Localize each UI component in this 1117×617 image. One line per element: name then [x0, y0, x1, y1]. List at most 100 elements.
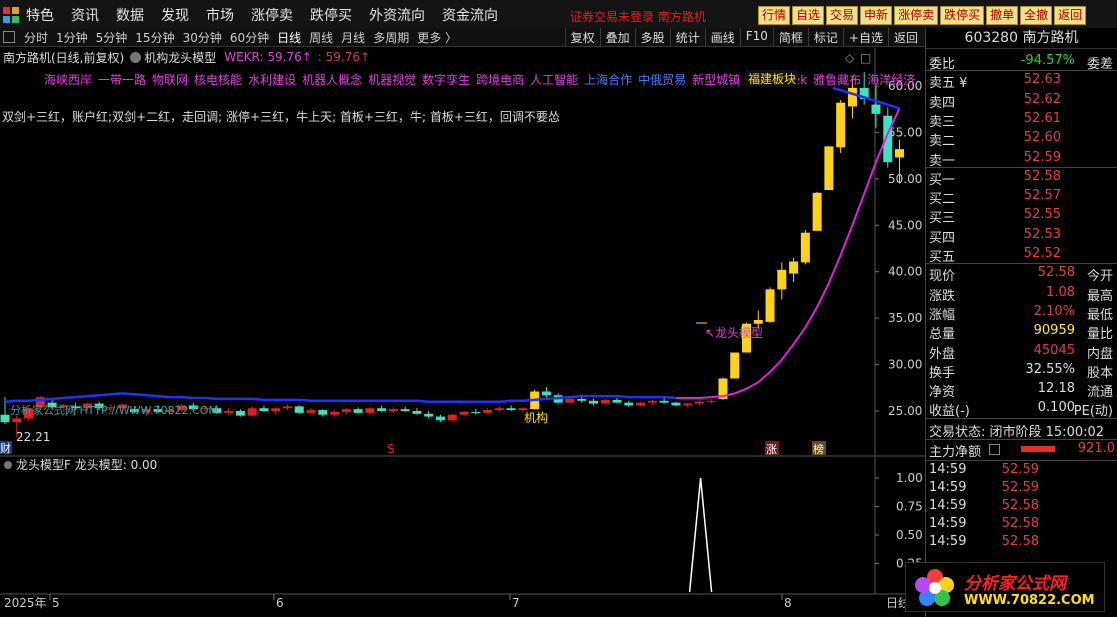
- buy-row-2: 买三 52.55: [929, 207, 1115, 227]
- candle-body: [459, 411, 469, 415]
- tick-row-3: 14:59 52.58: [929, 516, 1115, 534]
- candle-body: [494, 408, 504, 411]
- candle-body: [612, 399, 622, 403]
- candle-body: [565, 398, 575, 403]
- buy-row-0: 买一 52.58: [929, 169, 1115, 188]
- subchart: 1.000.750.500.25: [4, 461, 923, 593]
- quick-button-8[interactable]: 返回: [1054, 6, 1087, 25]
- stat-row-1-value: 1.08: [1046, 284, 1075, 300]
- concept-tag-11[interactable]: 中俄贸易: [638, 73, 686, 87]
- weibi-row-sub-label: 委差: [1086, 57, 1113, 72]
- candle-body: [306, 410, 316, 413]
- low-price-label: 22.21: [16, 430, 50, 444]
- candle-body: [847, 87, 857, 107]
- candle-body: [341, 409, 351, 412]
- concept-tag-3[interactable]: 核电核能: [194, 73, 242, 87]
- price-tick-label: 35.00: [888, 311, 922, 325]
- stat-row-5: 换手 32.55% 股本: [929, 362, 1115, 381]
- quick-button-6[interactable]: 撤单: [986, 6, 1019, 25]
- stat-row-2-sub-label: 最低: [1086, 307, 1113, 323]
- longtou-spike: [688, 477, 713, 593]
- buy-row-3: 买四 52.53: [929, 227, 1115, 246]
- sell-row-1-value: 52.62: [1023, 91, 1061, 107]
- candle-body: [812, 192, 822, 231]
- quote-panel: 603280 南方路机 委比 -94.57% 委差 卖五 ¥52.63 卖四 52.62 卖…: [925, 28, 1117, 617]
- candle-body: [895, 149, 905, 158]
- candle-body: [318, 410, 328, 415]
- candle-body: [518, 408, 528, 411]
- sell-row-2-label: 卖三: [929, 114, 956, 130]
- flower-logo-icon: [915, 569, 954, 606]
- sell-row-3-value: 52.60: [1023, 130, 1061, 146]
- buy-row-2-value: 52.55: [1023, 207, 1061, 223]
- concept-tag-14[interactable]: 雅鲁藏布: [813, 73, 861, 87]
- sell-row-2-value: 52.61: [1023, 110, 1061, 126]
- stat-row-2: 涨幅 2.10% 最低: [929, 304, 1115, 323]
- candle-body: [294, 406, 304, 413]
- stat-row-0-sub-label: 今开: [1086, 269, 1113, 285]
- weibi-row-value: -94.57%: [1020, 53, 1075, 68]
- sell-row-2: 卖三 52.61: [929, 110, 1115, 130]
- concept-tag-0[interactable]: 海峡西岸: [44, 73, 92, 87]
- sep-sell: [926, 166, 1117, 168]
- stat-row-7-value: 0.100: [1037, 400, 1075, 416]
- strategy-text: 双剑+三红，账户红;双剑+二红，走回调; 涨停+三红，牛上天; 首板+三红，牛;…: [2, 110, 560, 124]
- candle-body: [541, 391, 551, 396]
- stat-row-4-value: 45045: [1033, 342, 1075, 358]
- candle-body: [694, 401, 704, 404]
- buy-row-1: 买二 52.57: [929, 188, 1115, 207]
- concept-tag-9[interactable]: 人工智能: [530, 73, 578, 87]
- candle-body: [706, 400, 716, 402]
- kline-chart[interactable]: 60.0055.0050.0045.0040.0035.0030.0025.00…: [0, 0, 925, 617]
- concept-tag-7[interactable]: 数字孪生: [422, 73, 470, 87]
- candle-body: [271, 408, 281, 411]
- sep-buy: [926, 263, 1117, 265]
- candle-body: [471, 411, 481, 413]
- buy-row-1-value: 52.57: [1023, 188, 1061, 204]
- buy-row-2-label: 买三: [929, 211, 956, 227]
- candle-body: [765, 289, 775, 322]
- weibi-row-label: 委比: [929, 57, 956, 72]
- stat-row-5-sub-label: 股本: [1086, 365, 1113, 381]
- price-tick-label: 40.00: [888, 265, 922, 279]
- tick-price: 52.58: [1001, 497, 1039, 513]
- sub-tick-label: 0.50: [896, 528, 923, 542]
- grid-icon[interactable]: [989, 443, 1000, 455]
- stat-row-5-label: 换手: [929, 365, 956, 381]
- sep-weibi: [926, 70, 1117, 72]
- sell-row-0-label: 卖五 ¥: [929, 76, 968, 92]
- concept-tag-5[interactable]: 机器人概念: [302, 73, 362, 87]
- candle-body: [0, 414, 10, 423]
- concept-tag-1[interactable]: 一带一路: [98, 73, 146, 87]
- main-flow-value: 921.0: [1077, 440, 1115, 456]
- watermark-line2: WWW.70822.COM: [964, 593, 1095, 608]
- candle-body: [483, 410, 493, 413]
- candle-body: [12, 418, 22, 423]
- candle-body: [447, 414, 457, 421]
- price-tick-label: 45.00: [888, 218, 922, 232]
- candle-body: [330, 411, 340, 415]
- price-tick-label: 25.00: [888, 404, 922, 418]
- candle-body: [730, 352, 740, 379]
- concept-tag-4[interactable]: 水利建设: [248, 73, 296, 87]
- candle-body: [647, 400, 657, 403]
- concept-tag-2[interactable]: 物联网: [152, 73, 188, 87]
- concept-tag-12[interactable]: 新型城镇: [692, 73, 740, 87]
- sell-row-4-value: 52.59: [1023, 149, 1061, 165]
- concept-tag-8[interactable]: 跨境电商: [476, 73, 524, 87]
- main-flow-label: 主力净额: [929, 444, 982, 460]
- quick-button-5[interactable]: 跌停买: [940, 6, 985, 25]
- concept-tag-15[interactable]: 海洋经济: [867, 73, 915, 87]
- stat-row-1: 涨跌 1.08 最高: [929, 284, 1115, 304]
- ma-line-flat: [4, 392, 676, 403]
- concept-tag-6[interactable]: 机器视觉: [368, 73, 416, 87]
- candle-body: [235, 411, 245, 416]
- longtou-label: ↖龙头模型: [705, 326, 763, 340]
- concept-tag-10[interactable]: 上海合作: [584, 73, 632, 87]
- quick-button-7[interactable]: 全撤: [1020, 6, 1053, 25]
- candle-body: [800, 232, 810, 263]
- sell-row-3-label: 卖二: [929, 134, 956, 150]
- stat-row-7-sub-label: PE(动): [1073, 404, 1113, 420]
- stat-row-0-value: 52.58: [1037, 265, 1075, 281]
- candle-body: [577, 398, 587, 401]
